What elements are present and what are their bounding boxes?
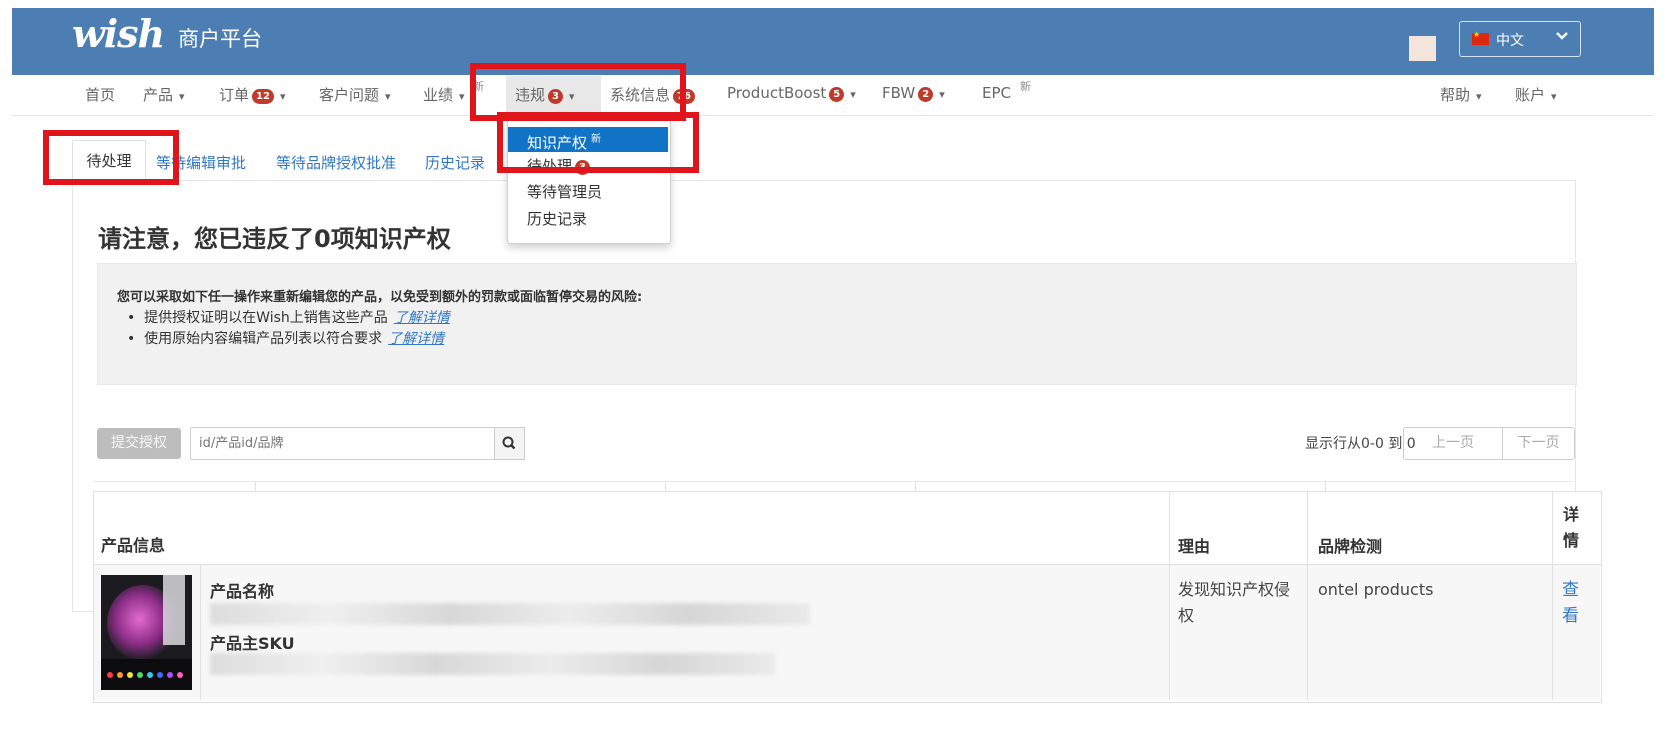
china-flag-icon <box>1472 30 1489 45</box>
notice-intro: 您可以采取如下任一操作来重新编辑您的产品，以免受到额外的罚款或面临暂停交易的风险… <box>117 290 643 305</box>
language-select[interactable]: 中文 <box>1459 21 1581 57</box>
productboost-badge: 5 <box>829 87 845 102</box>
nav-productboost[interactable]: ProductBoost 5 ▾ <box>727 84 856 102</box>
search-button[interactable] <box>494 427 525 460</box>
column-header-brand-detection: 品牌检测 <box>1318 537 1383 556</box>
nav-help[interactable]: 帮助 ▾ <box>1440 84 1482 105</box>
nav-products[interactable]: 产品 ▾ <box>143 84 185 105</box>
column-divider <box>1307 492 1308 700</box>
nav-home-label: 首页 <box>85 86 116 104</box>
column-header-reason: 理由 <box>1178 537 1211 556</box>
caret-down-icon: ▾ <box>939 88 945 101</box>
search-icon <box>502 436 516 450</box>
submit-authorization-button[interactable]: 提交授权 <box>97 428 181 459</box>
notice-item-text: 提供授权证明以在Wish上销售这些产品 <box>144 310 388 326</box>
menu-item-history[interactable]: 历史记录 <box>508 208 668 230</box>
view-details-link[interactable]: 查看 <box>1562 577 1580 629</box>
column-divider <box>200 565 201 700</box>
nav-account-label: 账户 <box>1515 86 1546 104</box>
ghost-divider <box>1325 481 1326 491</box>
ghost-divider <box>255 481 256 491</box>
fbw-badge: 2 <box>918 87 934 102</box>
nav-home[interactable]: 首页 <box>85 84 115 105</box>
caret-down-icon: ▾ <box>459 90 465 103</box>
notice-item: • 提供授权证明以在Wish上销售这些产品 了解详情 <box>127 310 450 326</box>
new-tag: 新 <box>1020 80 1031 93</box>
table-header-divider <box>93 564 1601 565</box>
wish-logo[interactable]: wish <box>72 11 165 56</box>
notice-item: • 使用原始内容编辑产品列表以符合要求 了解详情 <box>127 331 445 347</box>
learn-more-link[interactable]: 了解详情 <box>388 331 444 347</box>
product-thumbnail[interactable] <box>101 575 192 690</box>
nav-epc[interactable]: EPC 新 <box>982 80 1031 102</box>
product-name-redacted <box>210 603 810 625</box>
caret-down-icon: ▾ <box>850 88 856 101</box>
brand-detected: ontel products <box>1318 580 1434 599</box>
nav-customer-issues-label: 客户问题 <box>319 86 380 104</box>
nav-orders-label: 订单 <box>219 86 250 104</box>
orders-badge: 12 <box>252 89 274 104</box>
nav-performance[interactable]: 业绩 ▾ 新 <box>423 80 484 105</box>
search-input[interactable] <box>190 427 495 460</box>
ghost-divider <box>665 481 666 491</box>
learn-more-link[interactable]: 了解详情 <box>394 310 450 326</box>
tab-history[interactable]: 历史记录 <box>425 152 485 173</box>
avatar[interactable] <box>1409 36 1436 61</box>
product-sku-redacted <box>210 653 775 675</box>
ghost-divider <box>915 481 916 491</box>
annotation-highlight-ip-menu <box>497 112 699 173</box>
nav-epc-label: EPC <box>982 84 1011 102</box>
nav-account[interactable]: 账户 ▾ <box>1515 84 1557 105</box>
nav-fbw[interactable]: FBW 2 ▾ <box>882 84 945 102</box>
nav-performance-label: 业绩 <box>423 86 454 104</box>
nav-orders[interactable]: 订单 12 ▾ <box>219 84 285 105</box>
product-sku-label: 产品主SKU <box>210 634 295 653</box>
platform-name: 商户平台 <box>178 27 262 51</box>
page-title: 请注意，您已违反了0项知识产权 <box>98 225 451 253</box>
caret-down-icon: ▾ <box>279 90 286 103</box>
product-name-label: 产品名称 <box>210 582 275 601</box>
nav-customer-issues[interactable]: 客户问题 ▾ <box>319 84 391 105</box>
nav-productboost-label: ProductBoost <box>727 84 827 102</box>
caret-down-icon: ▾ <box>179 90 185 103</box>
notice-item-text: 使用原始内容编辑产品列表以符合要求 <box>144 331 383 347</box>
column-header-details: 详情 <box>1563 505 1580 550</box>
chevron-down-icon <box>1555 29 1569 47</box>
violation-reason: 发现知识产权侵权 <box>1178 580 1291 625</box>
annotation-highlight-pending-tab <box>43 130 179 185</box>
next-page-button[interactable]: 下一页 <box>1502 427 1575 460</box>
column-header-product-info: 产品信息 <box>101 536 166 555</box>
pagination-info: 显示行从0-0 到 0 <box>1305 436 1416 452</box>
caret-down-icon: ▾ <box>1551 90 1557 103</box>
menu-item-awaiting-admin[interactable]: 等待管理员 <box>508 181 668 203</box>
column-divider <box>1169 492 1170 700</box>
nav-products-label: 产品 <box>143 86 174 104</box>
column-divider <box>1552 492 1553 700</box>
table-ghost-border <box>93 481 1573 482</box>
language-label: 中文 <box>1496 33 1524 49</box>
nav-fbw-label: FBW <box>882 84 916 102</box>
prev-page-button[interactable]: 上一页 <box>1403 427 1503 460</box>
nav-help-label: 帮助 <box>1440 86 1471 104</box>
caret-down-icon: ▾ <box>1476 90 1482 103</box>
tab-awaiting-brand-auth[interactable]: 等待品牌授权批准 <box>276 152 396 173</box>
caret-down-icon: ▾ <box>385 90 391 103</box>
